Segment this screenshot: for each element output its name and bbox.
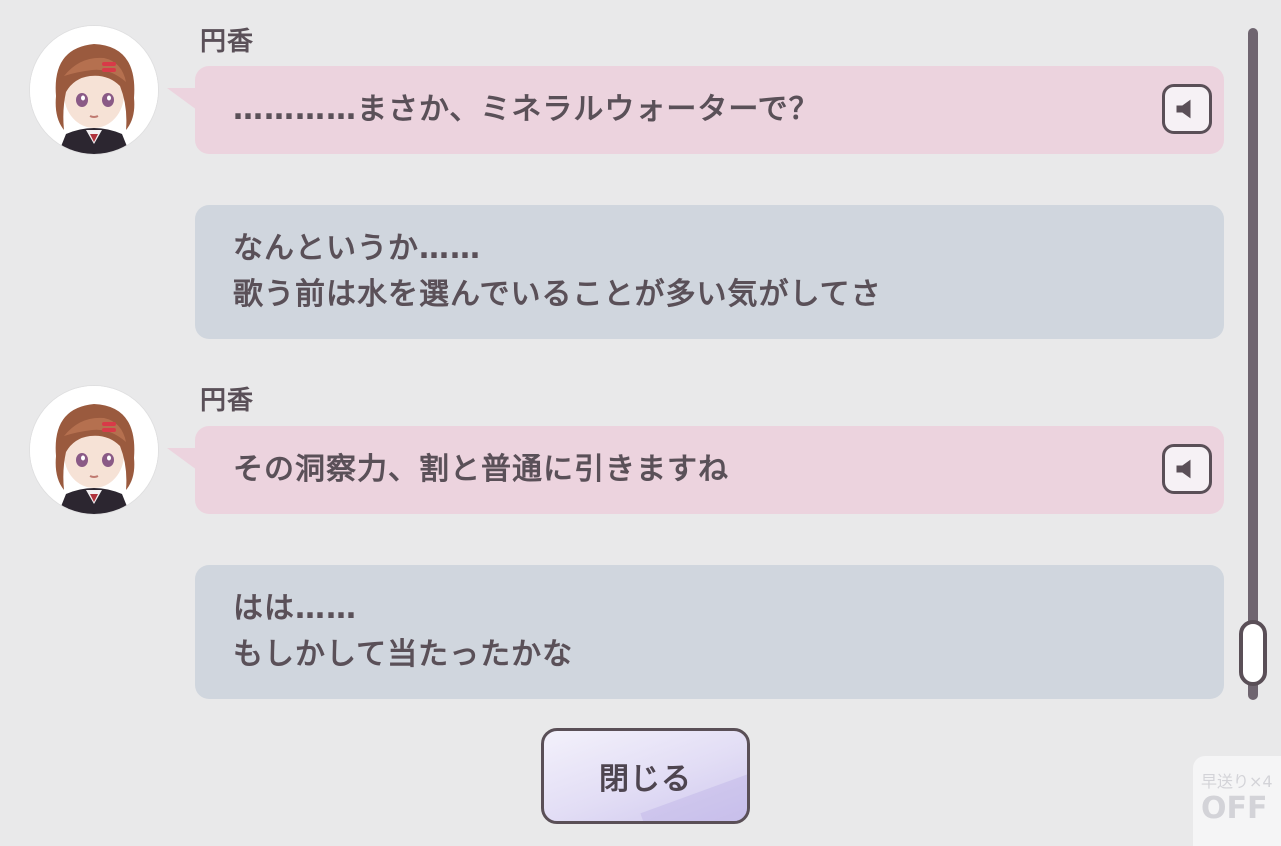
player-message-bubble: なんというか…… 歌う前は水を選んでいることが多い気がしてさ: [195, 205, 1224, 339]
speaker-icon: [1176, 99, 1191, 119]
close-button-label: 閉じる: [599, 762, 692, 797]
voice-play-button[interactable]: [1162, 84, 1212, 134]
message-line: もしかして当たったかな: [233, 637, 574, 672]
speaker-name: 円香: [200, 386, 255, 416]
speaker-name: 円香: [200, 27, 255, 57]
voice-play-button[interactable]: [1162, 444, 1212, 494]
character-message-bubble: その洞察力、割と普通に引きますね: [167, 426, 1224, 514]
character-portrait-icon: [30, 26, 158, 154]
speaker-icon: [1176, 459, 1191, 479]
close-button[interactable]: 閉じる: [541, 728, 750, 824]
fast-forward-state: OFF: [1201, 791, 1268, 826]
character-portrait-icon: [30, 386, 158, 514]
character-message-bubble: …………まさか、ミネラルウォーターで？: [167, 66, 1224, 154]
message-text: その洞察力、割と普通に引きますね: [233, 452, 729, 487]
fast-forward-label: 早送り×4: [1201, 772, 1273, 791]
scrollbar-thumb[interactable]: [1239, 620, 1267, 686]
fast-forward-toggle[interactable]: 早送り×4 OFF: [1193, 756, 1281, 846]
message-line: なんというか……: [233, 231, 481, 266]
character-avatar: [30, 26, 158, 154]
message-text: …………まさか、ミネラルウォーターで？: [233, 92, 820, 127]
scrollbar-track[interactable]: [1248, 28, 1258, 700]
message-line: はは……: [233, 591, 357, 626]
character-avatar: [30, 386, 158, 514]
message-line: 歌う前は水を選んでいることが多い気がしてさ: [233, 277, 882, 312]
player-message-bubble: はは…… もしかして当たったかな: [195, 565, 1224, 699]
